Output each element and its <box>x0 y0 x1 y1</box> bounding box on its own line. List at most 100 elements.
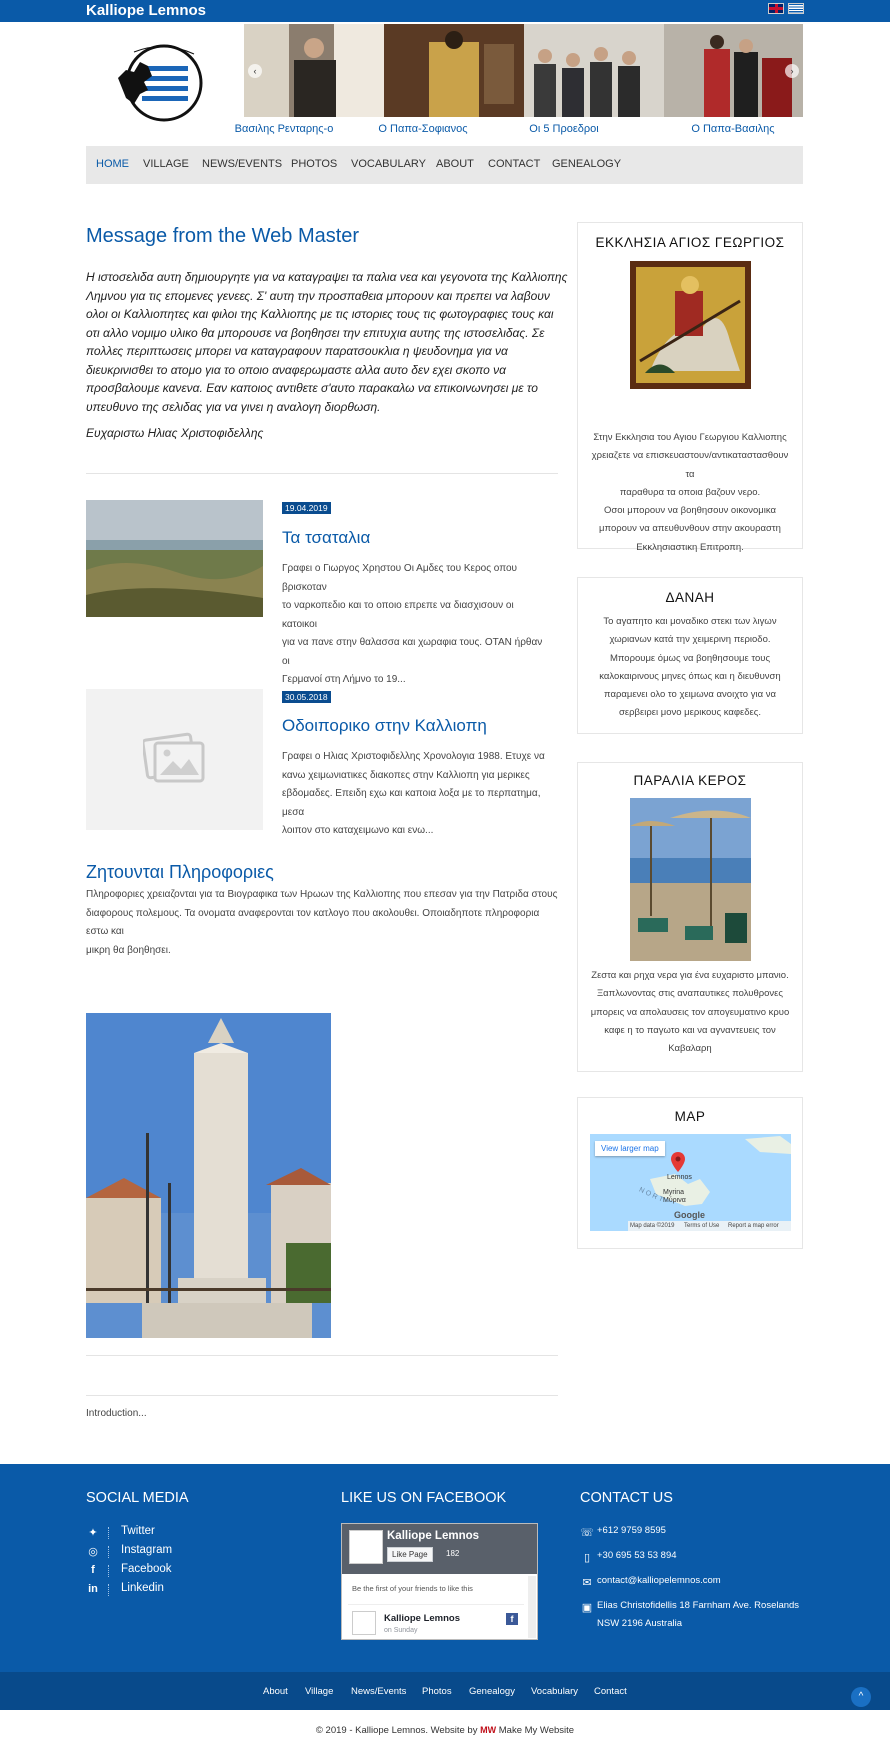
widget-line: Μπορουμε όμως να βοηθησουμε τους <box>609 652 771 664</box>
post-image-tsatalia[interactable] <box>86 500 263 617</box>
message-line: υπευθυνο της σελιδας για να γινει η αναλ… <box>86 399 381 414</box>
message-line: Η ιστοσελιδα αυτη δημιουργητε για να κατ… <box>86 270 568 284</box>
post-title[interactable]: Οδοιπορικο στην Καλλιοπη <box>282 716 487 736</box>
view-larger-map-link[interactable]: View larger map <box>595 1141 665 1156</box>
fb-page-name[interactable]: Kalliope Lemnos <box>387 1530 479 1542</box>
footer-nav-contact[interactable]: Contact <box>594 1686 627 1697</box>
slider-caption[interactable]: Ο Παπα-Σοφιανος <box>353 123 493 135</box>
nav-item-contact[interactable]: CONTACT <box>488 158 540 170</box>
dana-widget: ΔΑΝΑΗ Το αγαπητο και μοναδικο στεκι των … <box>577 577 803 734</box>
fb-like-page-button[interactable]: Like Page <box>387 1547 433 1562</box>
nav-item-home[interactable]: HOME <box>96 158 129 170</box>
image-slider[interactable]: ‹ › <box>244 24 803 117</box>
map-label: Lemnos <box>667 1174 692 1181</box>
nav-item-vocabulary[interactable]: VOCABULARY <box>351 158 426 170</box>
widget-line: χρειαζετε να επισκευαστουν/αντικαταστασθ… <box>591 450 789 480</box>
widget-line: καφε η το παγωτο και να αγναντευεις τον <box>604 1024 776 1036</box>
slide-image-2 <box>384 24 524 117</box>
make-my-website-link[interactable]: Make My Website <box>499 1725 574 1736</box>
fb-page-avatar <box>349 1530 383 1564</box>
post-title[interactable]: Τα τσαταλια <box>282 528 370 548</box>
widget-title: ΔΑΝΑΗ <box>665 590 715 605</box>
widget-line: χωριανων κατά την χειμερινη περιοδο. <box>609 634 771 646</box>
english-flag-icon[interactable] <box>768 3 784 14</box>
footer-nav-vocabulary[interactable]: Vocabulary <box>531 1686 578 1697</box>
slide-image-4 <box>664 24 803 117</box>
nav-item-genealogy[interactable]: GENEALOGY <box>552 158 621 170</box>
address-icon: ▣ <box>581 1602 593 1614</box>
widget-line: Εκκλησιαστικη Επιτροπη. <box>636 541 744 553</box>
nav-item-village[interactable]: VILLAGE <box>143 158 189 170</box>
message-line: οτι αλλο νομιμο υλικο θα μπορουσε να βοη… <box>86 325 545 340</box>
social-link-linkedin[interactable]: Linkedin <box>121 1582 164 1594</box>
church-icon-image[interactable] <box>630 261 751 389</box>
post-image-placeholder[interactable] <box>86 689 263 830</box>
monument-photo[interactable] <box>86 1013 331 1338</box>
introduction-link[interactable]: Introduction... <box>86 1408 147 1419</box>
fb-post-author[interactable]: Kalliope Lemnos <box>384 1613 460 1624</box>
post-excerpt-line: κανω χειμωνιατικες διακοπες στην Καλλιοπ… <box>282 769 530 781</box>
map-report-link[interactable]: Report a map error <box>728 1223 779 1229</box>
map-footer: Map data ©2019 Terms of Use Report a map… <box>628 1221 791 1231</box>
site-title[interactable]: Kalliope Lemnos <box>86 2 206 19</box>
social-link-twitter[interactable]: Twitter <box>121 1525 155 1537</box>
widget-text: Ζεστα και ρηχα νερα για ένα ευχαριστο μπ… <box>578 967 802 1058</box>
message-line: ολοι οι Καλλιοπητες και φιλοι της Καλλιο… <box>86 307 554 321</box>
widget-line: Ζεστα και ρηχα νερα για ένα ευχαριστο μπ… <box>591 970 789 981</box>
nav-item-about[interactable]: ABOUT <box>436 158 474 170</box>
slider-next-button[interactable]: › <box>785 64 799 78</box>
footer-nav-news-events[interactable]: News/Events <box>351 1686 406 1697</box>
fb-like-count: 182 <box>446 1549 460 1558</box>
post-excerpt: Γραφει ο Ηλιας Χριστοφιδελλης Χρονολογια… <box>282 748 547 841</box>
contact-email[interactable]: contact@kalliopelemnos.com <box>597 1572 721 1590</box>
map-data-text: Map data ©2019 <box>630 1223 675 1229</box>
google-map[interactable]: View larger map Lemnos Myrina Μύρινα NOR… <box>590 1134 791 1231</box>
slider-caption[interactable]: Βασιλης Ρενταρης-ο <box>214 123 354 135</box>
widget-line: καλοκαιρινους μηνες όπως και η διευθυνση <box>599 670 781 682</box>
fb-post-time: on Sunday <box>384 1627 418 1634</box>
footer-nav-about[interactable]: About <box>263 1686 288 1697</box>
social-link-facebook[interactable]: Facebook <box>121 1563 172 1575</box>
post-date: 30.05.2018 <box>282 691 331 703</box>
contact-mobile[interactable]: +30 695 53 53 894 <box>597 1547 677 1565</box>
back-to-top-button[interactable]: ^ <box>851 1687 871 1707</box>
map-pin-icon[interactable] <box>671 1152 685 1172</box>
facebook-icon: f <box>506 1613 518 1625</box>
slider-prev-button[interactable]: ‹ <box>248 64 262 78</box>
footer-nav: About Village News/Events Photos Genealo… <box>0 1672 890 1710</box>
info-title: Ζητουνται Πληροφοριες <box>86 862 274 882</box>
footer-nav-village[interactable]: Village <box>305 1686 333 1697</box>
message-signature: Ευχαριστω Ηλιας Χριστοφιδελλης <box>86 426 264 440</box>
facebook-page-widget[interactable]: Kalliope Lemnos Like Page 182 Be the fir… <box>341 1523 538 1640</box>
footer-heading: SOCIAL MEDIA <box>86 1490 189 1506</box>
map-terms-link[interactable]: Terms of Use <box>684 1223 719 1229</box>
footer-nav-photos[interactable]: Photos <box>422 1686 452 1697</box>
map-label: Μύρινα <box>663 1197 686 1204</box>
beach-photo[interactable] <box>630 798 751 961</box>
image-placeholder-icon <box>143 732 205 783</box>
beach-widget: ΠΑΡΑΛΙΑ ΚΕΡΟΣ Ζεστα και ρηχα νερα για έν… <box>577 762 803 1072</box>
slider-caption[interactable]: Οι 5 Προεδροι <box>494 123 634 135</box>
fb-scrollbar[interactable] <box>528 1576 536 1638</box>
post-excerpt: Γραφει ο Γιωργος Χρηστου Οι Αμδες του Κε… <box>282 560 547 690</box>
footer-nav-genealogy[interactable]: Genealogy <box>469 1686 515 1697</box>
instagram-icon: ◎ <box>88 1546 98 1558</box>
fb-post: Kalliope Lemnos on Sunday f <box>348 1604 524 1639</box>
fb-post-avatar <box>352 1611 376 1635</box>
social-link-instagram[interactable]: Instagram <box>121 1544 172 1556</box>
nav-item-news-events[interactable]: NEWS/EVENTS <box>202 158 282 170</box>
widget-line: Οσοι μπορουν να βοηθησουν οικονομικα <box>603 505 776 517</box>
slider-caption[interactable]: Ο Παπα-Βασιλης <box>663 123 803 135</box>
logo[interactable] <box>114 42 206 124</box>
nav-item-photos[interactable]: PHOTOS <box>291 158 337 170</box>
post-excerpt-line: εβδομαδες. Επειδη εχω και καποια λοξα με… <box>282 788 541 818</box>
make-my-website-logo-icon[interactable]: MW <box>480 1725 496 1735</box>
copyright: © 2019 - Kalliope Lemnos. Website by MW … <box>0 1725 890 1736</box>
contact-phone[interactable]: +612 9759 8595 <box>597 1522 666 1540</box>
widget-line: Στην Εκκλησια του Αγιου Γεωργιου Καλλιοπ… <box>593 432 787 443</box>
contact-address-line: NSW 2196 Australia <box>597 1618 683 1629</box>
map-label: Myrina <box>663 1189 685 1196</box>
greek-flag-icon[interactable] <box>788 3 804 14</box>
widget-title: ΠΑΡΑΛΙΑ ΚΕΡΟΣ <box>633 773 747 788</box>
separator <box>108 1527 109 1539</box>
